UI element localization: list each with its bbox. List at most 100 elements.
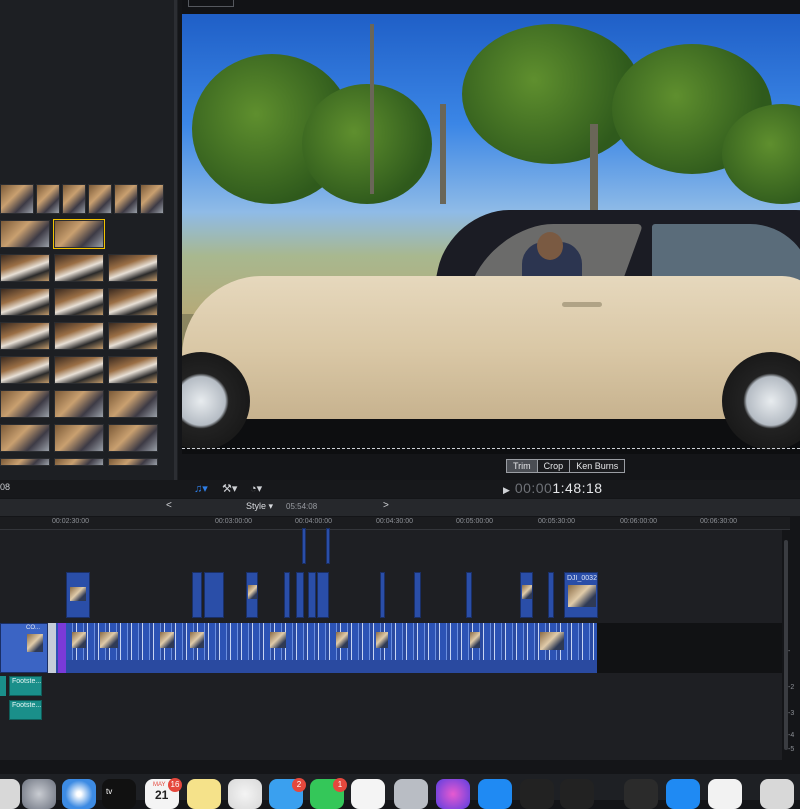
storyline-thumbnail [100, 632, 118, 648]
crop-button[interactable]: Crop [537, 460, 571, 472]
audio-clip-footsteps[interactable]: Footste... [9, 676, 42, 696]
connected-clip[interactable] [466, 572, 472, 618]
clip-thumbnail[interactable] [108, 458, 158, 466]
clip-thumbnail[interactable] [0, 424, 50, 452]
transform-controls[interactable]: Trim Crop Ken Burns [506, 459, 626, 473]
app-icon[interactable] [560, 779, 594, 809]
system-preferences-icon[interactable] [394, 779, 428, 809]
previous-arrow-icon[interactable]: < [166, 500, 172, 511]
clip-thumbnail[interactable] [0, 288, 50, 316]
tv-label: tv [106, 787, 113, 796]
clip-thumbnail[interactable] [108, 288, 158, 316]
audio-meter-label: -2 [788, 684, 795, 691]
music-icon[interactable] [351, 779, 385, 809]
video-viewer[interactable] [182, 14, 800, 454]
filmstrip-frame[interactable] [0, 184, 34, 214]
storyline-gap[interactable] [48, 623, 56, 673]
final-cut-pro-icon[interactable] [624, 779, 658, 809]
storyline-thumbnail [540, 632, 564, 650]
audio-meter-label: - [788, 648, 791, 655]
filmstrip-frame[interactable] [88, 184, 112, 214]
browser-scrollbar[interactable] [174, 0, 177, 480]
connected-clip[interactable] [414, 572, 421, 618]
timecode-dim: 00:00 [514, 480, 553, 496]
style-menu[interactable]: Style ▾ [246, 501, 273, 512]
clip-thumbnail[interactable] [0, 356, 50, 384]
notes-icon[interactable] [187, 779, 221, 809]
ruler-label: 00:04:30:00 [376, 518, 413, 525]
app-icon[interactable] [760, 779, 794, 809]
filmstrip-frame[interactable] [140, 184, 164, 214]
clip-thumbnail-grid[interactable] [0, 219, 160, 466]
tools-icon[interactable]: ⚒▾ [222, 482, 237, 495]
tree-trunk [440, 104, 446, 204]
storyline-thumbnail [376, 632, 388, 648]
connected-clip[interactable] [204, 572, 224, 618]
connected-clip[interactable] [284, 572, 290, 618]
clip-thumbnail[interactable] [108, 390, 158, 418]
clip-thumbnail[interactable] [108, 424, 158, 452]
preview-icon[interactable] [708, 779, 742, 809]
ruler-label: 00:02:30:00 [52, 518, 89, 525]
clip-thumbnail[interactable] [0, 458, 50, 466]
connected-clip[interactable] [302, 528, 306, 564]
audio-clip-edge[interactable] [0, 676, 6, 696]
photos-icon[interactable] [228, 779, 262, 809]
ken-burns-button[interactable]: Ken Burns [570, 460, 625, 472]
connected-clip[interactable] [326, 528, 330, 564]
scene-tree [302, 84, 432, 204]
clip-thumbnail[interactable] [0, 390, 50, 418]
speedometer-icon[interactable]: ◔▾ [250, 482, 262, 495]
connected-clip[interactable] [548, 572, 554, 618]
audio-clip-footsteps[interactable]: Footste... [9, 700, 42, 720]
finder-icon[interactable] [0, 779, 20, 809]
calendar-badge: 16 [168, 778, 182, 792]
connected-clip[interactable] [520, 572, 533, 618]
facetime-badge: 1 [333, 778, 347, 792]
connected-clip[interactable] [66, 572, 90, 618]
clip-thumbnail[interactable] [54, 390, 104, 418]
clip-thumbnail[interactable] [108, 254, 158, 282]
clip-thumbnail[interactable] [108, 356, 158, 384]
connected-clip[interactable] [380, 572, 385, 618]
safari-icon[interactable] [62, 779, 96, 809]
clip-thumbnail[interactable] [54, 288, 104, 316]
next-arrow-icon[interactable]: > [383, 500, 389, 511]
music-note-icon[interactable]: ♫▾ [194, 482, 208, 495]
clip-thumbnail[interactable] [0, 220, 50, 248]
filmstrip-frame[interactable] [114, 184, 138, 214]
launchpad-icon[interactable] [22, 779, 56, 809]
driver-head [537, 232, 563, 260]
clip-thumbnail[interactable] [108, 322, 158, 350]
clip-thumbnail[interactable] [54, 458, 104, 466]
filmstrip[interactable] [0, 184, 166, 214]
viewer-mode-button[interactable] [188, 0, 234, 7]
storyline-transition[interactable] [58, 623, 66, 673]
connected-clip[interactable] [308, 572, 316, 618]
filmstrip-frame[interactable] [36, 184, 60, 214]
play-icon[interactable]: ▶ [503, 485, 510, 495]
clip-thumbnail[interactable] [54, 322, 104, 350]
app-icon[interactable] [520, 779, 554, 809]
app-icon[interactable] [666, 779, 700, 809]
timeline-scrollbar[interactable] [784, 540, 788, 750]
connected-clip[interactable] [317, 572, 329, 618]
connected-clip[interactable] [296, 572, 304, 618]
clip-thumbnail[interactable] [0, 322, 50, 350]
utility-pole [370, 24, 374, 194]
siri-icon[interactable] [436, 779, 470, 809]
clip-thumbnail[interactable] [54, 356, 104, 384]
trim-button[interactable]: Trim [507, 460, 538, 472]
clip-thumbnail[interactable] [54, 254, 104, 282]
filmstrip-frame[interactable] [62, 184, 86, 214]
viewer-header [182, 0, 800, 14]
crop-boundary [182, 448, 800, 449]
connected-clip[interactable] [192, 572, 202, 618]
ruler-label: 00:04:00:00 [295, 518, 332, 525]
connected-clip[interactable] [246, 572, 258, 618]
app-store-icon[interactable] [478, 779, 512, 809]
clip-thumbnail[interactable] [54, 424, 104, 452]
clip-thumbnail[interactable] [0, 254, 50, 282]
storyline-clip[interactable] [0, 623, 48, 673]
clip-thumbnail[interactable] [53, 219, 105, 249]
